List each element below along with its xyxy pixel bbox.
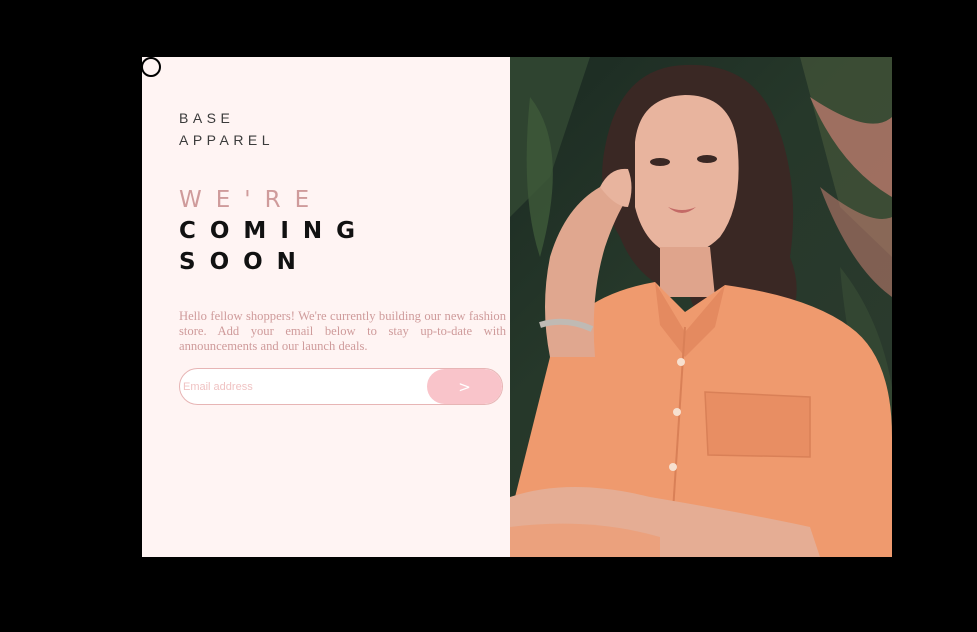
circle-icon [142,57,161,77]
headline-line-2: COMING [179,218,370,244]
email-field[interactable] [180,369,427,404]
submit-button[interactable]: > [427,369,502,404]
brand-logo: BASE APPAREL [179,107,274,151]
email-form: > [179,368,503,405]
description-text: Hello fellow shoppers! We're currently b… [179,309,506,353]
brand-line-1: BASE [179,110,235,126]
page-title: WE'RE COMING SOON [179,185,369,278]
headline-line-1: WE'RE [179,187,324,213]
headline-line-3: SOON [179,249,310,275]
hero-image [510,57,892,557]
brand-line-2: APPAREL [179,132,275,148]
landing-page: BASE APPAREL WE'RE COMING SOON Hello fel… [142,57,892,557]
woman-portrait-photo [510,57,892,557]
content-panel: BASE APPAREL WE'RE COMING SOON Hello fel… [142,57,510,557]
